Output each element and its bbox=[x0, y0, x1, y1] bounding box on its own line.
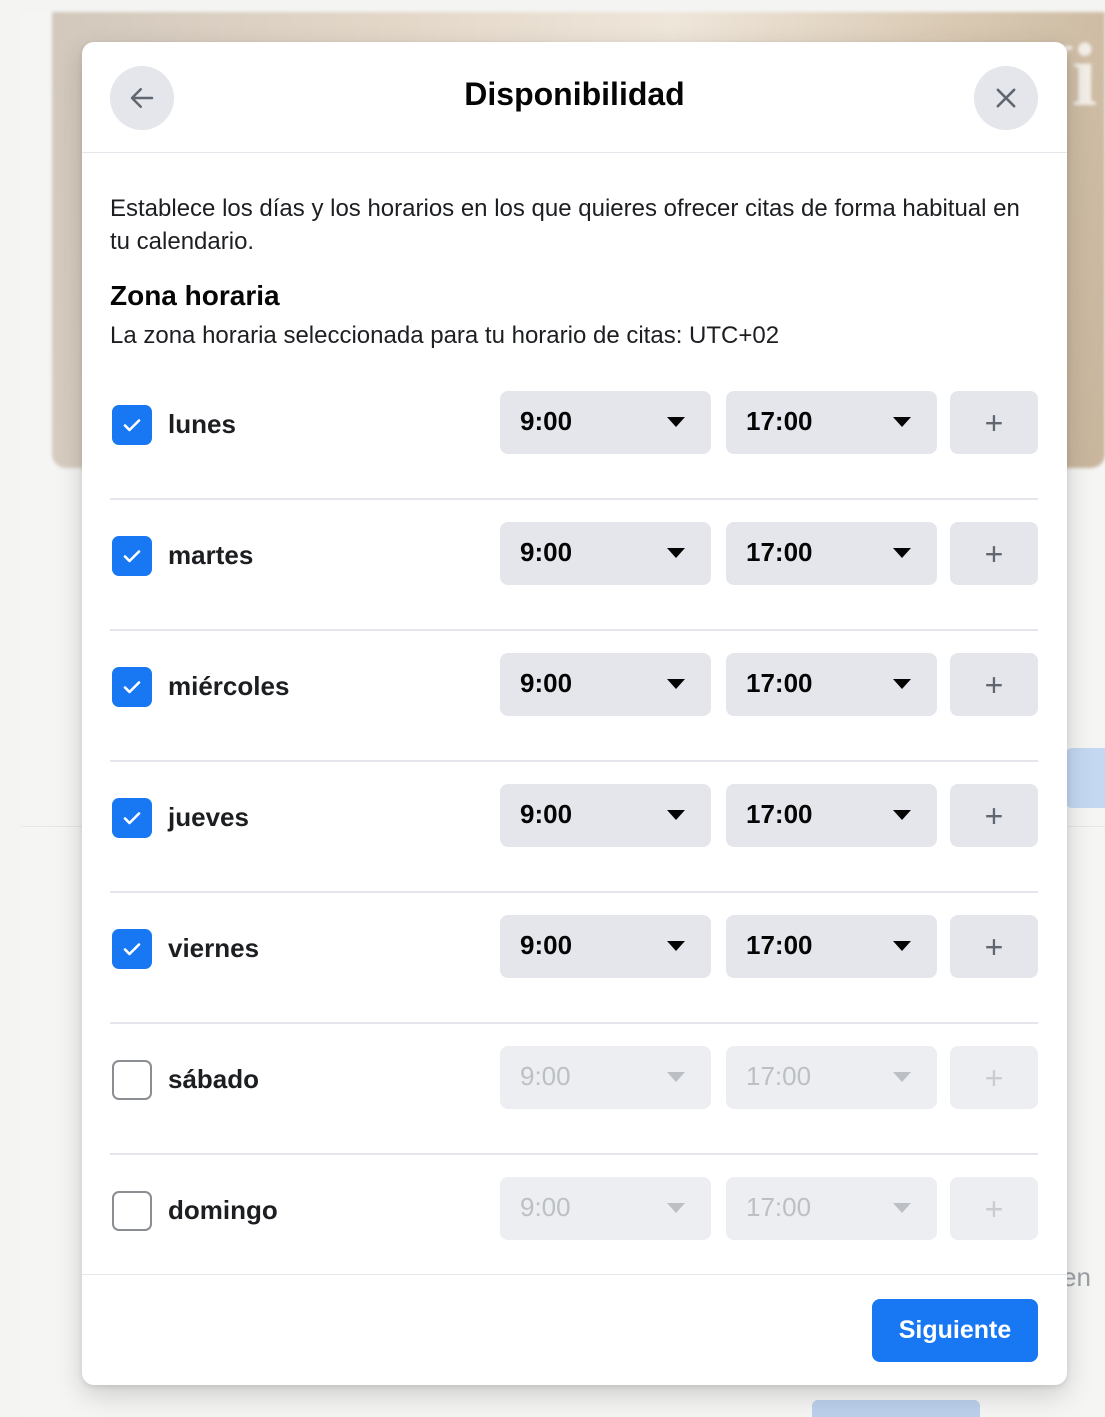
caret-down-icon bbox=[893, 810, 911, 820]
time-value: 17:00 bbox=[746, 406, 813, 436]
start-time-select[interactable]: 9:00 bbox=[500, 653, 711, 716]
time-value: 9:00 bbox=[520, 1192, 571, 1222]
add-time-button[interactable]: + bbox=[950, 522, 1038, 585]
end-time-select[interactable]: 17:00 bbox=[726, 522, 937, 585]
add-time-button[interactable]: + bbox=[950, 1177, 1038, 1240]
time-value: 9:00 bbox=[520, 930, 573, 960]
time-value: 17:00 bbox=[746, 1061, 812, 1091]
day-checkbox[interactable] bbox=[112, 798, 152, 838]
time-value: 9:00 bbox=[520, 537, 573, 567]
day-row: viernes 9:00 17:00 + bbox=[110, 893, 1038, 1024]
day-label: lunes bbox=[168, 409, 236, 439]
day-checkbox[interactable] bbox=[112, 929, 152, 969]
add-time-button[interactable]: + bbox=[950, 653, 1038, 716]
close-button[interactable] bbox=[974, 66, 1038, 130]
background-button bbox=[1066, 748, 1105, 808]
add-time-button[interactable]: + bbox=[950, 784, 1038, 847]
checkmark-icon bbox=[123, 812, 141, 825]
caret-down-icon bbox=[893, 941, 911, 951]
caret-down-icon bbox=[893, 548, 911, 558]
end-time-select[interactable]: 17:00 bbox=[726, 1177, 937, 1240]
caret-down-icon bbox=[667, 941, 685, 951]
checkmark-icon bbox=[123, 419, 141, 432]
next-button[interactable]: Siguiente bbox=[872, 1299, 1038, 1362]
caret-down-icon bbox=[667, 1203, 685, 1213]
time-value: 17:00 bbox=[746, 930, 813, 960]
caret-down-icon bbox=[893, 1072, 911, 1082]
availability-dialog: Disponibilidad Establece los días y los … bbox=[82, 42, 1067, 1385]
time-value: 9:00 bbox=[520, 406, 573, 436]
end-time-select[interactable]: 17:00 bbox=[726, 391, 937, 454]
caret-down-icon bbox=[893, 1203, 911, 1213]
plus-icon: + bbox=[984, 797, 1004, 834]
caret-down-icon bbox=[667, 417, 685, 427]
day-checkbox[interactable] bbox=[112, 1060, 152, 1100]
end-time-select[interactable]: 17:00 bbox=[726, 1046, 937, 1109]
close-icon bbox=[996, 88, 1016, 108]
time-value: 9:00 bbox=[520, 668, 573, 698]
plus-icon: + bbox=[984, 666, 1004, 703]
caret-down-icon bbox=[667, 1072, 685, 1082]
day-row: miércoles 9:00 17:00 + bbox=[110, 631, 1038, 762]
add-time-button[interactable]: + bbox=[950, 915, 1038, 978]
plus-icon: + bbox=[984, 928, 1004, 965]
plus-icon: + bbox=[984, 1059, 1004, 1096]
day-label: martes bbox=[168, 540, 254, 570]
day-checkbox[interactable] bbox=[112, 1191, 152, 1231]
background-bottom-button bbox=[812, 1400, 980, 1417]
day-row: sábado 9:00 17:00 + bbox=[110, 1024, 1038, 1155]
time-value: 9:00 bbox=[520, 799, 573, 829]
dialog-header: Disponibilidad bbox=[82, 42, 1067, 153]
time-value: 17:00 bbox=[746, 1192, 812, 1222]
add-time-button[interactable]: + bbox=[950, 391, 1038, 454]
end-time-select[interactable]: 17:00 bbox=[726, 653, 937, 716]
checkmark-icon bbox=[123, 550, 141, 563]
day-checkbox[interactable] bbox=[112, 667, 152, 707]
day-label: miércoles bbox=[168, 671, 290, 701]
start-time-select[interactable]: 9:00 bbox=[500, 522, 711, 585]
start-time-select[interactable]: 9:00 bbox=[500, 1177, 711, 1240]
day-label: sábado bbox=[168, 1064, 260, 1094]
plus-icon: + bbox=[984, 1190, 1004, 1227]
caret-down-icon bbox=[667, 810, 685, 820]
caret-down-icon bbox=[893, 679, 911, 689]
caret-down-icon bbox=[667, 548, 685, 558]
time-value: 17:00 bbox=[746, 537, 813, 567]
time-value: 17:00 bbox=[746, 799, 813, 829]
day-label: viernes bbox=[168, 933, 260, 963]
checkmark-icon bbox=[123, 943, 141, 956]
day-row: martes 9:00 17:00 + bbox=[110, 500, 1038, 631]
time-value: 17:00 bbox=[746, 668, 813, 698]
start-time-select[interactable]: 9:00 bbox=[500, 915, 711, 978]
timezone-heading: Zona horaria bbox=[110, 280, 280, 311]
start-time-select[interactable]: 9:00 bbox=[500, 784, 711, 847]
start-time-select[interactable]: 9:00 bbox=[500, 1046, 711, 1109]
day-label: domingo bbox=[168, 1195, 278, 1225]
day-row: domingo 9:00 17:00 + bbox=[110, 1155, 1038, 1286]
caret-down-icon bbox=[667, 679, 685, 689]
end-time-select[interactable]: 17:00 bbox=[726, 915, 937, 978]
timezone-text: La zona horaria seleccionada para tu hor… bbox=[110, 322, 780, 349]
caret-down-icon bbox=[893, 417, 911, 427]
dialog-title: Disponibilidad bbox=[464, 76, 685, 112]
checkmark-icon bbox=[123, 681, 141, 694]
day-label: jueves bbox=[168, 802, 249, 832]
start-time-select[interactable]: 9:00 bbox=[500, 391, 711, 454]
day-row: jueves 9:00 17:00 + bbox=[110, 762, 1038, 893]
time-value: 9:00 bbox=[520, 1061, 571, 1091]
day-row: lunes 9:00 17:00 + bbox=[110, 369, 1038, 500]
add-time-button[interactable]: + bbox=[950, 1046, 1038, 1109]
end-time-select[interactable]: 17:00 bbox=[726, 784, 937, 847]
footer-divider bbox=[82, 1274, 1067, 1275]
day-checkbox[interactable] bbox=[112, 536, 152, 576]
day-checkbox[interactable] bbox=[112, 405, 152, 445]
plus-icon: + bbox=[984, 404, 1004, 441]
plus-icon: + bbox=[984, 535, 1004, 572]
dialog-description: Establece los días y los horarios en los… bbox=[110, 195, 1020, 255]
